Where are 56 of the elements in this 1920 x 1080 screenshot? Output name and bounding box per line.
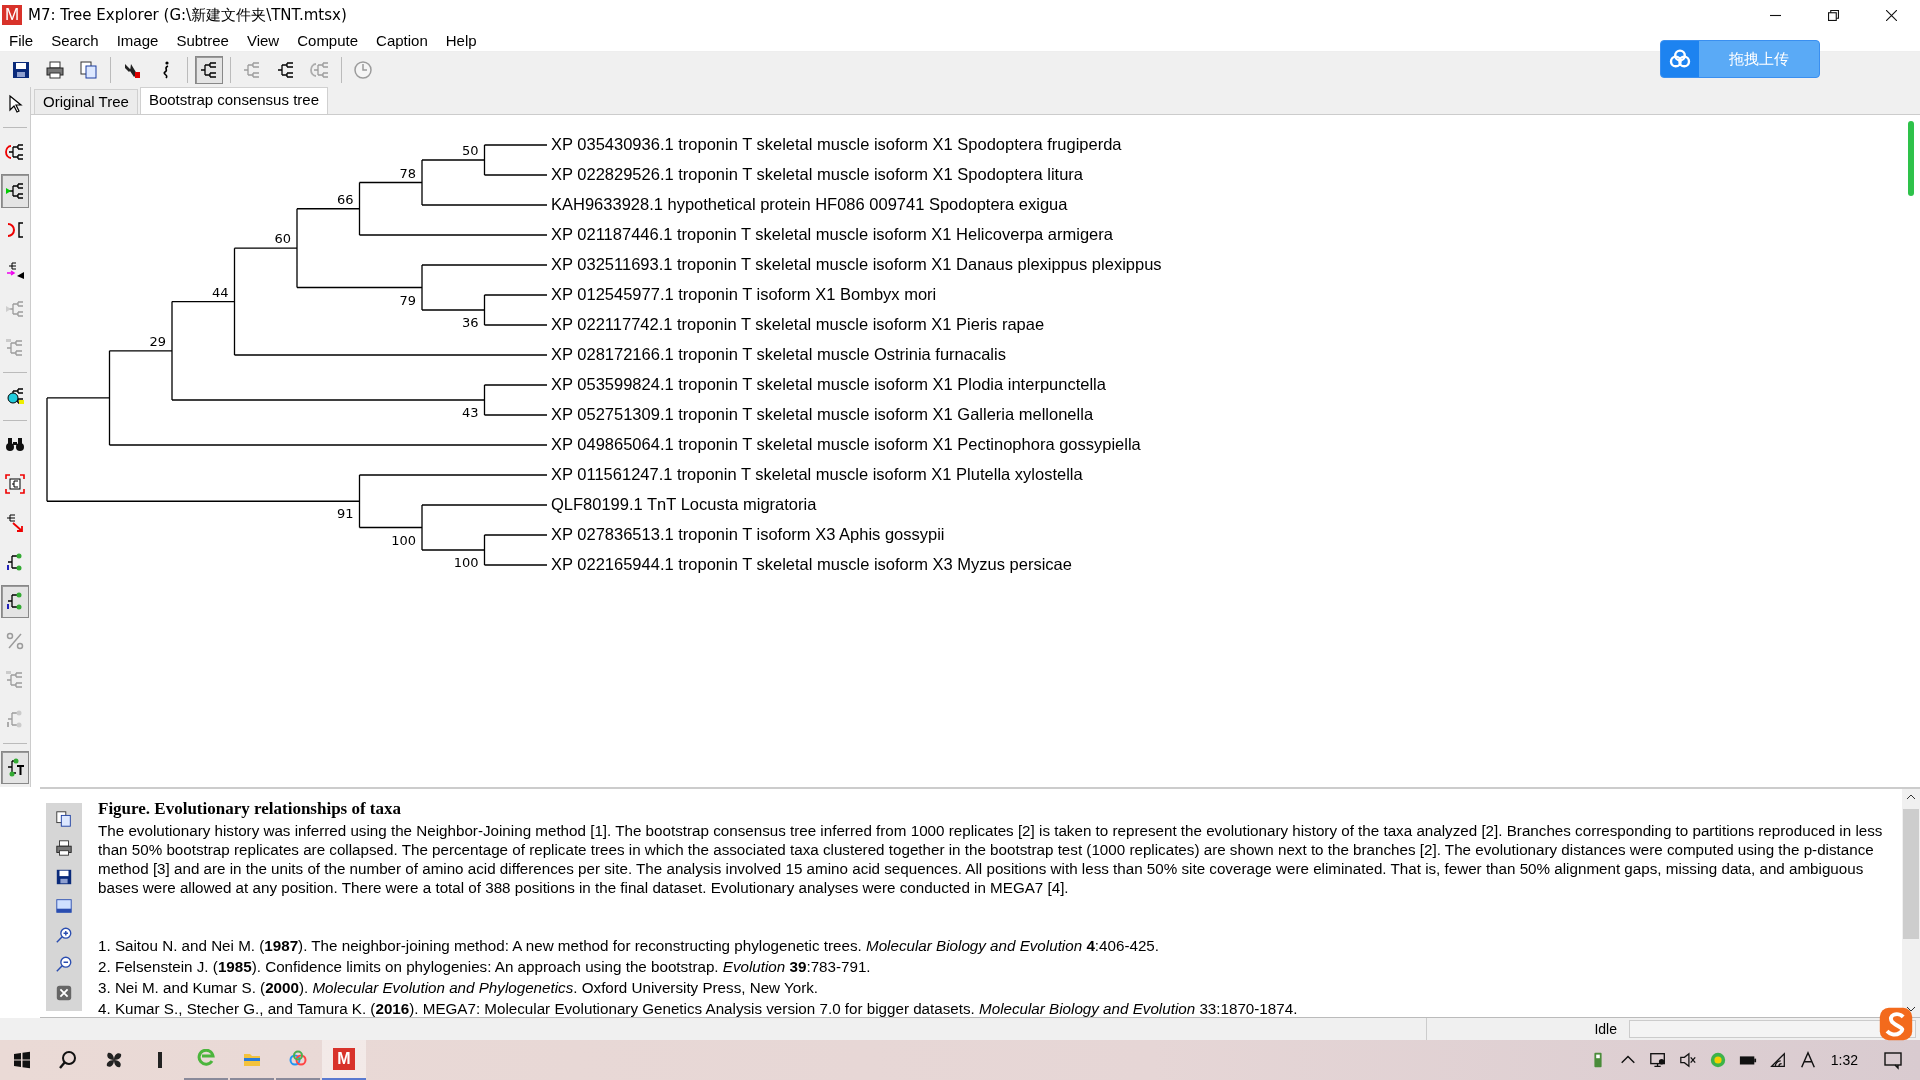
scroll-thumb[interactable] (1908, 121, 1914, 196)
print-icon[interactable] (53, 837, 75, 859)
taskbar-app[interactable]: M (322, 1040, 366, 1080)
tree-root-icon[interactable] (1, 174, 29, 208)
tab[interactable]: Bootstrap consensus tree (139, 87, 328, 114)
reference-entry: 1. Saitou N. and Nei M. (1987). The neighbor-joining method: A new method for reconstructing phylogenetic trees. Molecular Biology and Evolution 4:406-425. (98, 936, 1160, 956)
restore-button[interactable] (1827, 9, 1839, 21)
taxon-label: XP 022165944.1 troponin T skeletal muscle isoform X3 Myzus persicae (551, 555, 1072, 573)
taxon-label: XP 053599824.1 troponin T skeletal muscle isoform X1 Plodia interpunctella (551, 375, 1106, 393)
bootstrap-value: 91 (336, 506, 354, 522)
taxon-label: XP 032511693.1 troponin T skeletal muscle isoform X1 Danaus plexippus plexippus (551, 255, 1162, 273)
bootstrap-value: 43 (461, 405, 479, 420)
taxon-label: QLF80199.1 TnT Locusta migratoria (551, 495, 817, 513)
node-tree-text-icon[interactable] (1, 750, 29, 785)
tree-icon[interactable] (195, 55, 223, 84)
window-title: M7: Tree Explorer (G:\新建文件夹\TNT.mtsx) (28, 5, 347, 25)
menu-item[interactable]: Caption (367, 32, 437, 50)
bootstrap-value: 100 (391, 532, 416, 548)
taxon-label: XP 052751309.1 troponin T skeletal muscle isoform X1 Galleria mellonella (551, 405, 1094, 423)
bootstrap-value: 50 (461, 143, 479, 158)
taxon-label: XP 011561247.1 troponin T skeletal muscle isoform X1 Plutella xylostella (551, 465, 1083, 483)
menu-item[interactable]: Help (436, 32, 486, 50)
bootstrap-value: 78 (399, 165, 416, 181)
taxon-label: XP 028172166.1 troponin T skeletal muscle Ostrinia furnacalis (551, 345, 1006, 363)
taxon-label: XP 022117742.1 troponin T skeletal muscle isoform X1 Pieris rapae (551, 315, 1045, 333)
taxon-label: XP 012545977.1 troponin T isoform X1 Bombyx mori (551, 285, 937, 303)
menu-item[interactable]: Search (42, 32, 108, 50)
bootstrap-value: 36 (461, 315, 479, 330)
menu-item[interactable]: View (237, 32, 289, 50)
close-button[interactable] (1885, 9, 1897, 21)
reference-entry: 2. Felsenstein J. (1985). Confidence limits on phylogenies: An approach using the bootstrap. Evolution 39:783-791. (98, 957, 872, 977)
bootstrap-value: 60 (274, 231, 291, 247)
menu-item[interactable]: Compute (288, 32, 368, 50)
clock-time[interactable]: 1:32 (1830, 1052, 1858, 1068)
reference-entry: 4. Kumar S., Stecher G., and Tamura K. (2016). MEGA7: Molecular Evolutionary Genetics Analysis version 7.0 for bigger datasets. Molecular Biology and Evolution 33:1870-1874. (98, 999, 1299, 1017)
caption-title: Figure. Evolutionary relationships of taxa (98, 799, 403, 819)
bootstrap-value: 66 (336, 191, 354, 207)
menu-item[interactable]: File (0, 32, 43, 50)
taxon-label: XP 022829526.1 troponin T skeletal muscle isoform X1 Spodoptera litura (551, 165, 1083, 183)
app-logo: M (2, 5, 22, 25)
menu-item[interactable]: Image (107, 32, 168, 50)
bootstrap-value: 100 (453, 555, 479, 570)
taxon-label: XP 035430936.1 troponin T skeletal muscle isoform X1 Spodoptera frugiperda (551, 135, 1122, 153)
bootstrap-value: 29 (149, 333, 166, 349)
scroll-thumb[interactable] (1903, 809, 1919, 939)
taxon-label: XP 027836513.1 troponin T isoform X3 Aphis gossypii (551, 525, 945, 543)
tab[interactable]: Original Tree (34, 89, 138, 114)
node-tree-icon[interactable] (1, 584, 29, 619)
caption-paragraph: The evolutionary history was inferred using the Neighbor-Joining method [1]. The bootstrap consensus tree inferred from 1000 replicates [2] is taken to represent the evolutionary history of the taxa analyzed [2]. Branches corresponding to partitions reproduced in less than 50% bootstrap replicates are collapsed. The percentage of replicate trees in which the associated taxa clustered together in the bootstrap test (1000 replicates) are shown next to the branches [2]. The evolutionary distances were computed using the p-distance method [3] and are in the units of the number of amino acid differences per site. The analysis involved 15 amino acid sequences. All positions with less than 50% site coverage were eliminated. That is, fewer than 50% alignment gaps, missing data, and ambiguous bases were allowed at any position. There were a total of 388 positions in the final dataset. Evolutionary analyses were conducted in MEGA7 [4]. (98, 821, 1884, 897)
reference-entry: 3. Nei M. and Kumar S. (2000). Molecular Evolution and Phylogenetics. Oxford University Press, New York. (98, 978, 820, 998)
taxon-label: XP 021187446.1 troponin T skeletal muscle isoform X1 Helicoverpa armigera (551, 225, 1113, 243)
menu-item[interactable]: Subtree (167, 32, 238, 50)
bootstrap-value: 79 (399, 292, 416, 308)
taxon-label: KAH9633928.1 hypothetical protein HF086 009741 Spodoptera exigua (551, 195, 1068, 213)
bootstrap-value: 44 (211, 284, 229, 300)
taxon-label: XP 049865064.1 troponin T skeletal muscle isoform X1 Pectinophora gossypiella (551, 435, 1141, 453)
